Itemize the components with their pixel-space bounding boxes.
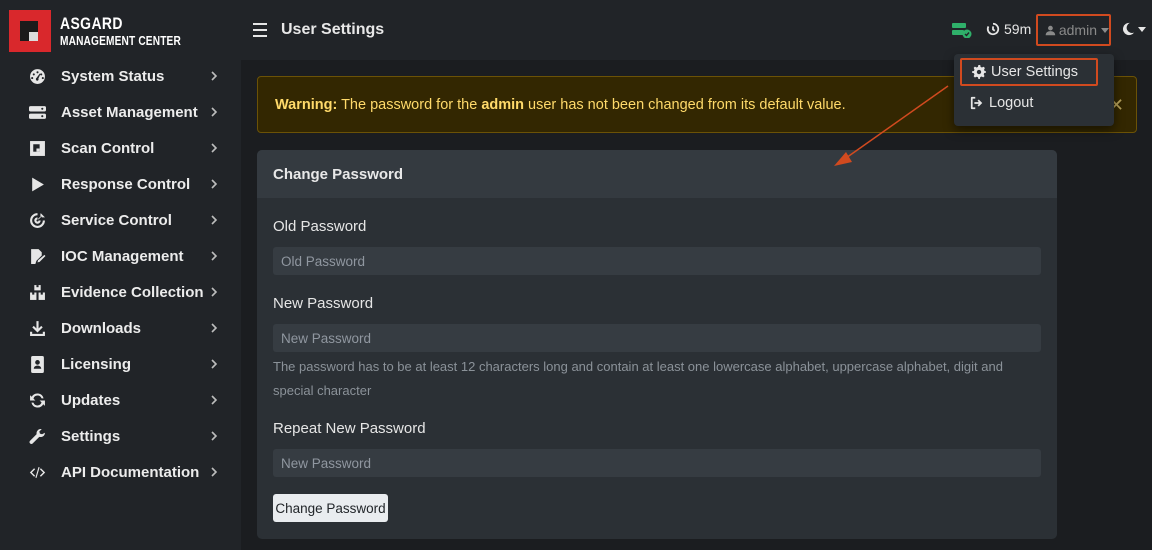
chevron-right-icon [210, 141, 218, 155]
server-icon [28, 103, 46, 121]
chevron-right-icon [210, 285, 218, 299]
hamburger-menu-icon[interactable] [253, 23, 267, 37]
boxes-icon [28, 283, 46, 301]
id-card-icon [28, 355, 46, 373]
user-menu-username: admin [1058, 22, 1097, 38]
moon-icon [1122, 22, 1135, 36]
warning-username: admin [481, 96, 525, 113]
target-icon [28, 211, 46, 229]
dropdown-item-user-settings[interactable]: User Settings [960, 58, 1098, 86]
sidebar-item-ioc-management[interactable]: IOC Management [0, 238, 241, 274]
warning-text-pre: The password for the [337, 96, 482, 113]
chevron-right-icon [210, 105, 218, 119]
old-password-label: Old Password [273, 218, 367, 235]
sidebar-item-label: Updates [61, 391, 121, 409]
password-requirements-hint: The password has to be at least 12 chara… [273, 359, 1003, 398]
user-dropdown-menu: User Settings Logout [954, 54, 1114, 126]
sidebar-item-service-control[interactable]: Service Control [0, 202, 241, 238]
logout-icon [970, 96, 983, 110]
chevron-right-icon [210, 177, 218, 191]
sidebar-item-scan-control[interactable]: Scan Control [0, 130, 241, 166]
repeat-password-input[interactable] [273, 449, 1041, 477]
chevron-right-icon [210, 249, 218, 263]
gauge-icon [28, 67, 46, 85]
chevron-right-icon [210, 357, 218, 371]
page-title: User Settings [281, 21, 385, 38]
chevron-right-icon [210, 321, 218, 335]
sidebar-item-label: Service Control [61, 211, 172, 229]
sync-icon [28, 391, 46, 409]
sidebar-item-updates[interactable]: Updates [0, 382, 241, 418]
sidebar-item-label: Scan Control [61, 139, 155, 157]
caret-down-icon [1138, 26, 1146, 32]
chevron-right-icon [210, 393, 218, 407]
asgard-logo [9, 9, 51, 52]
repeat-password-label: Repeat New Password [273, 420, 426, 437]
sidebar-item-label: Asset Management [61, 103, 198, 121]
file-edit-icon [28, 247, 46, 265]
sidebar-item-label: Response Control [61, 175, 191, 193]
download-icon [28, 319, 46, 337]
chevron-right-icon [210, 465, 218, 479]
brand-name: ASGARD [60, 13, 123, 33]
sidebar-item-label: API Documentation [61, 463, 200, 481]
sidebar-item-asset-management[interactable]: Asset Management [0, 94, 241, 130]
new-password-input[interactable] [273, 324, 1041, 352]
dropdown-item-label: Logout [989, 95, 1034, 111]
warning-label: Warning: [275, 96, 338, 113]
session-timer: 59m [986, 21, 1031, 37]
new-password-label: New Password [273, 295, 374, 312]
sidebar-item-evidence-collection[interactable]: Evidence Collection [0, 274, 241, 310]
code-icon [28, 463, 46, 481]
caret-down-icon [1101, 27, 1109, 33]
chevron-right-icon [210, 429, 218, 443]
theme-toggle-button[interactable] [1121, 22, 1146, 36]
dropdown-item-logout[interactable]: Logout [960, 89, 1098, 117]
user-menu-button[interactable]: admin [1036, 14, 1111, 46]
play-icon [28, 175, 46, 193]
old-password-input[interactable] [273, 247, 1041, 275]
sidebar-item-label: Settings [61, 427, 121, 445]
dropdown-item-label: User Settings [991, 64, 1079, 80]
gear-icon [972, 65, 986, 79]
sidebar-item-settings[interactable]: Settings [0, 418, 241, 454]
brand[interactable]: ASGARD MANAGEMENT CENTER [9, 9, 215, 52]
user-icon [1045, 25, 1056, 35]
sidebar-item-label: Licensing [61, 355, 132, 373]
sidebar-item-downloads[interactable]: Downloads [0, 310, 241, 346]
sidebar-item-label: Downloads [61, 319, 142, 337]
sidebar-item-system-status[interactable]: System Status [0, 58, 241, 94]
sidebar-item-licensing[interactable]: Licensing [0, 346, 241, 382]
card-title: Change Password [257, 150, 1057, 198]
chevron-right-icon [210, 213, 218, 227]
sidebar-item-label: System Status [61, 67, 165, 85]
sidebar-item-label: IOC Management [61, 247, 184, 265]
sidebar-item-api-documentation[interactable]: API Documentation [0, 454, 241, 490]
warning-text-post: user has not been changed from its defau… [524, 96, 846, 113]
sidebar-nav: System Status Asset Management Scan Cont… [0, 58, 241, 490]
scan-icon [28, 139, 46, 157]
sidebar: ASGARD MANAGEMENT CENTER System Status A… [0, 0, 241, 550]
change-password-button[interactable]: Change Password [273, 494, 388, 522]
brand-subtitle: MANAGEMENT CENTER [60, 32, 181, 48]
server-status-icon[interactable] [952, 22, 972, 39]
sidebar-item-label: Evidence Collection [61, 283, 204, 301]
session-timer-value: 59m [1004, 21, 1032, 37]
change-password-card: Change Password Old Password New Passwor… [257, 150, 1057, 539]
timer-icon [986, 22, 1000, 36]
chevron-right-icon [210, 69, 218, 83]
sidebar-item-response-control[interactable]: Response Control [0, 166, 241, 202]
topbar: User Settings 59m admin [241, 0, 1152, 60]
wrench-icon [28, 427, 46, 445]
